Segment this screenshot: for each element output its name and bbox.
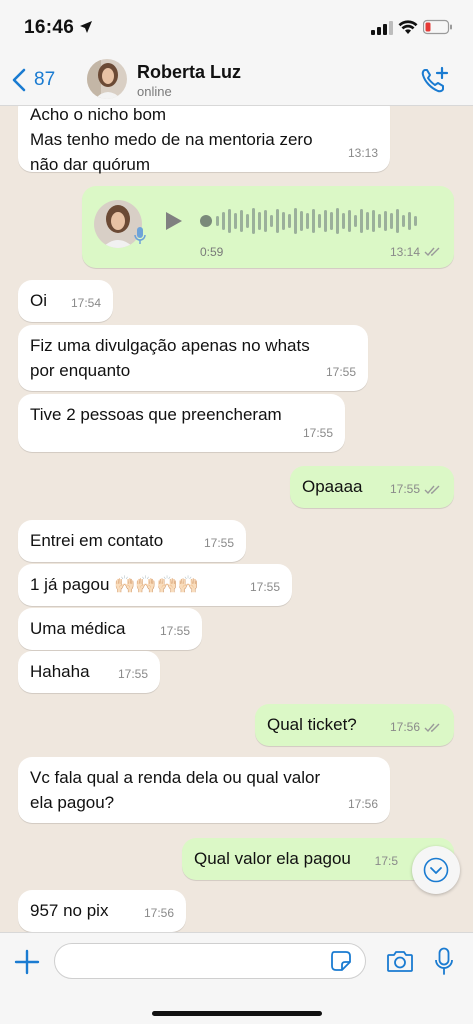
message-text: Qual valor ela pagou: [194, 849, 351, 868]
wifi-icon: [398, 20, 418, 34]
back-button[interactable]: 87: [12, 66, 55, 94]
plus-icon[interactable]: [14, 949, 40, 975]
message-time: 17:56: [143, 906, 174, 920]
avatar-photo: [87, 59, 127, 99]
message-time: 17:56: [347, 797, 378, 811]
message-time: 17:55: [325, 365, 356, 379]
location-arrow-icon: [80, 21, 92, 33]
add-call-icon[interactable]: [420, 66, 450, 94]
unread-count: 87: [34, 69, 56, 90]
double-check-icon: [424, 723, 440, 732]
waveform[interactable]: [200, 204, 422, 238]
message-time: 17:55: [302, 426, 333, 440]
message-text: Fiz uma divulgação apenas no whats por e…: [30, 336, 310, 380]
message-time: 17:55: [249, 580, 280, 594]
back-chevron-icon: [12, 68, 26, 92]
input-bar: [0, 932, 473, 1024]
chevron-down-icon: [423, 857, 449, 883]
double-check-icon: [424, 247, 440, 257]
message-time: 17:55: [159, 624, 190, 638]
message-incoming[interactable]: 957 no pix 17:56: [18, 890, 186, 932]
battery-icon: [423, 19, 452, 35]
message-time: 17:55: [390, 477, 442, 502]
message-incoming[interactable]: Uma médica 17:55: [18, 608, 202, 650]
message-incoming[interactable]: 1 já pagou 🙌🏻🙌🏻🙌🏻🙌🏻 17:55: [18, 564, 292, 606]
home-indicator: [152, 1011, 322, 1016]
chat-header: 87 Roberta Luz online: [0, 54, 473, 106]
message-input[interactable]: [54, 943, 366, 979]
message-time: 17:5: [374, 854, 398, 868]
status-time: 16:46: [24, 17, 75, 38]
message-incoming[interactable]: Acho o nicho bom Mas tenho medo de na me…: [18, 106, 390, 174]
message-outgoing[interactable]: Opaaaa 17:55: [290, 466, 454, 508]
play-icon[interactable]: [164, 210, 184, 232]
message-time: 17:55: [117, 667, 148, 681]
message-incoming[interactable]: Tive 2 pessoas que preencheram 17:55: [18, 394, 345, 452]
microphone-icon[interactable]: [434, 947, 454, 977]
message-text: 1 já pagou 🙌🏻🙌🏻🙌🏻🙌🏻: [30, 575, 199, 594]
contact-status: online: [137, 84, 172, 99]
camera-icon[interactable]: [386, 949, 414, 973]
message-time: 17:56: [390, 715, 442, 740]
mic-icon: [134, 227, 146, 244]
message-time: 17:54: [70, 296, 101, 310]
contact-name[interactable]: Roberta Luz: [137, 62, 241, 83]
message-incoming[interactable]: Fiz uma divulgação apenas no whats por e…: [18, 325, 368, 391]
sticker-icon[interactable]: [330, 950, 352, 972]
audio-duration: 0:59: [200, 245, 224, 259]
chat-area[interactable]: Acho o nicho bom Mas tenho medo de na me…: [0, 106, 473, 932]
double-check-icon: [424, 485, 440, 494]
message-time: 17:55: [203, 536, 234, 550]
message-time: 13:13: [347, 146, 378, 160]
message-incoming[interactable]: Entrei em contato 17:55: [18, 520, 246, 562]
message-incoming[interactable]: Oi 17:54: [18, 280, 113, 322]
scroll-down-button[interactable]: [412, 846, 460, 894]
message-incoming[interactable]: Vc fala qual a renda dela ou qual valor …: [18, 757, 390, 823]
message-text: Acho o nicho bom Mas tenho medo de na me…: [30, 106, 313, 174]
message-text: Tive 2 pessoas que preencheram: [30, 405, 282, 424]
message-outgoing[interactable]: Qual ticket? 17:56: [255, 704, 454, 746]
voice-message[interactable]: 0:59 13:14: [82, 186, 454, 268]
status-bar: 16:46: [0, 0, 473, 54]
message-time: 13:14: [390, 245, 442, 259]
contact-avatar[interactable]: [87, 59, 127, 99]
signal-icon: [371, 21, 393, 35]
message-incoming[interactable]: Hahaha 17:55: [18, 651, 160, 693]
message-text: Vc fala qual a renda dela ou qual valor …: [30, 768, 321, 812]
